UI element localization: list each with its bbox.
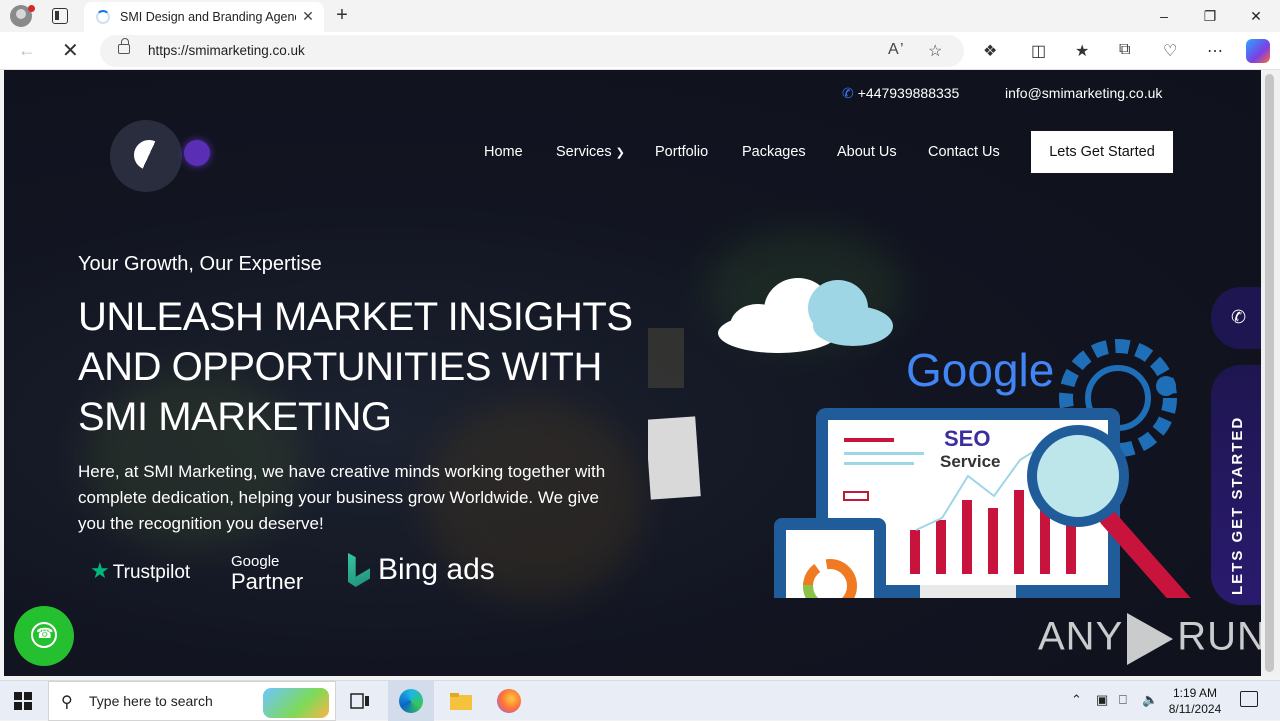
restore-button[interactable]: ❐ — [1190, 4, 1230, 28]
nav-about[interactable]: About Us — [837, 144, 897, 160]
phone-icon: ✆ — [842, 85, 854, 101]
seo-illustration: Google SEO Service — [645, 278, 1193, 658]
anyrun-watermark: ANY RUN — [1038, 613, 1261, 665]
edge-taskbar-button[interactable] — [388, 681, 434, 721]
hero-description: Here, at SMI Marketing, we have creative… — [78, 462, 606, 533]
widgets-icon[interactable] — [263, 688, 329, 718]
whatsapp-icon — [31, 622, 57, 648]
loading-icon — [96, 10, 110, 24]
split-screen-icon[interactable]: ◫ — [1031, 41, 1046, 61]
system-clock[interactable]: 1:19 AM 8/11/2024 — [1162, 685, 1228, 717]
edge-icon — [399, 689, 423, 713]
logo-dot — [184, 140, 210, 166]
photo-stack — [645, 328, 701, 500]
volume-icon[interactable]: 🔈 — [1142, 692, 1158, 708]
task-view-icon[interactable] — [348, 689, 374, 713]
windows-taskbar: ⚲ Type here to search ⌃ ▣ ⎕ 🔈 1:19 AM 8/… — [0, 680, 1280, 721]
bing-logo-icon — [348, 553, 370, 587]
chevron-up-icon[interactable]: ⌃ — [1071, 692, 1082, 708]
collections-icon[interactable]: ⧉ — [1119, 41, 1130, 59]
clock-date: 8/11/2024 — [1168, 702, 1222, 716]
read-aloud-icon[interactable]: A ’ — [888, 41, 904, 59]
minimize-button[interactable]: – — [1144, 4, 1184, 28]
cloud-icon — [718, 278, 893, 353]
meet-now-icon[interactable]: ▣ — [1096, 692, 1108, 708]
chevron-down-icon: ❯ — [615, 147, 625, 159]
profile-notification-badge — [28, 5, 35, 12]
back-icon[interactable]: ← — [18, 40, 36, 61]
topbar-email[interactable]: info@smimarketing.co.uk — [1005, 85, 1162, 101]
clock-time: 1:19 AM — [1172, 686, 1218, 700]
copilot-icon[interactable] — [1246, 39, 1270, 63]
bing-ads-badge: Bing ads — [348, 553, 495, 587]
hero-headline: UNLEASH MARKET INSIGHTS AND OPPORTUNITIE… — [78, 292, 638, 442]
phone-number[interactable]: +447939888335 — [858, 85, 960, 101]
search-icon: ⚲ — [61, 694, 73, 711]
nav-contact[interactable]: Contact Us — [928, 144, 1000, 160]
stop-icon[interactable]: ✕ — [62, 38, 79, 63]
new-tab-button[interactable]: + — [332, 5, 352, 25]
notifications-icon[interactable] — [1240, 691, 1258, 707]
tab-title: SMI Design and Branding Agency — [120, 10, 296, 24]
headline-line: AND OPPORTUNITIES WITH — [78, 345, 602, 389]
trustpilot-star-icon: ★ — [90, 558, 110, 583]
lock-icon[interactable] — [118, 38, 130, 54]
browser-essentials-icon[interactable]: ♡ — [1163, 41, 1177, 61]
nav-home[interactable]: Home — [484, 144, 523, 160]
address-toolbar: ← ✕ https://smimarketing.co.uk A ’ ☆ ❖ ◫… — [0, 32, 1280, 70]
firefox-icon[interactable] — [496, 689, 522, 713]
trustpilot-badge: ★ Trustpilot — [90, 558, 190, 584]
windows-start-icon[interactable] — [14, 692, 32, 710]
play-icon — [1127, 613, 1174, 665]
favorite-icon[interactable]: ☆ — [928, 41, 942, 61]
google-logo: Google — [906, 344, 1054, 396]
lets-get-started-button[interactable]: Lets Get Started — [1031, 131, 1173, 173]
taskbar-search[interactable]: ⚲ Type here to search — [48, 681, 336, 721]
address-bar[interactable]: https://smimarketing.co.uk A ’ ☆ — [100, 35, 964, 67]
more-icon[interactable]: ⋯ — [1207, 41, 1223, 61]
page-scrollbar[interactable] — [1261, 70, 1280, 676]
google-partner-top: Google — [231, 553, 280, 570]
hero-eyebrow: Your Growth, Our Expertise — [78, 253, 322, 275]
side-tab-label: LETS GET STARTED — [1229, 415, 1246, 595]
close-tab-icon[interactable]: ✕ — [300, 8, 316, 24]
file-explorer-icon[interactable] — [448, 689, 474, 713]
headline-line: UNLEASH MARKET INSIGHTS — [78, 295, 633, 339]
side-lets-get-started-tab[interactable]: LETS GET STARTED — [1211, 365, 1261, 605]
favorites-icon[interactable]: ★ — [1075, 41, 1089, 61]
seo-label: SEO — [944, 426, 990, 451]
tablet-icon — [774, 518, 886, 658]
service-label: Service — [940, 452, 1001, 471]
nav-services-label: Services — [556, 144, 612, 160]
scrollbar-thumb[interactable] — [1265, 74, 1274, 672]
search-placeholder: Type here to search — [89, 693, 213, 709]
extensions-icon[interactable]: ❖ — [983, 41, 997, 61]
nav-services[interactable]: Services ❯ — [556, 144, 625, 160]
url-text[interactable]: https://smimarketing.co.uk — [148, 43, 305, 58]
watermark-left: ANY — [1038, 614, 1124, 659]
headline-line: SMI MARKETING — [78, 395, 392, 439]
google-partner-badge: Google Partner — [231, 554, 303, 594]
hero-illustration: Google SEO Service — [645, 268, 1193, 658]
site-logo[interactable] — [108, 118, 216, 196]
browser-tab[interactable]: SMI Design and Branding Agency ✕ — [84, 2, 324, 32]
trustpilot-label: Trustpilot — [112, 562, 191, 583]
nav-portfolio[interactable]: Portfolio — [655, 144, 708, 160]
close-window-button[interactable]: ✕ — [1236, 4, 1276, 28]
browser-tab-bar: SMI Design and Branding Agency ✕ + – ❐ ✕ — [0, 0, 1280, 32]
phone-icon: ✆ — [1231, 307, 1247, 327]
whatsapp-button[interactable] — [14, 606, 74, 666]
web-page: ✆ +447939888335 info@smimarketing.co.uk H… — [4, 70, 1261, 676]
bing-ads-label: Bing ads — [378, 553, 495, 586]
nav-packages[interactable]: Packages — [742, 144, 806, 160]
tab-actions-icon[interactable] — [52, 8, 68, 24]
google-partner-bottom: Partner — [231, 569, 304, 594]
watermark-right: RUN — [1177, 614, 1261, 659]
network-icon[interactable]: ⎕ — [1119, 692, 1127, 708]
topbar-phone[interactable]: ✆ +447939888335 — [842, 85, 959, 102]
side-call-button[interactable]: ✆ — [1211, 287, 1261, 349]
